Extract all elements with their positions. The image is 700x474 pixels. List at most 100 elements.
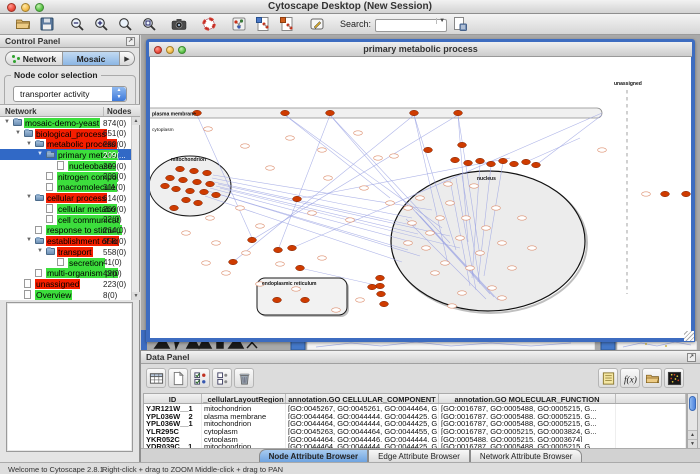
network-node[interactable] <box>222 271 231 275</box>
network-node[interactable] <box>498 296 507 300</box>
birdseye-view-panel[interactable] <box>6 302 133 452</box>
table-row[interactable]: YPL036W__2plasma membrane[GO:0044464, GO… <box>144 412 686 420</box>
tree-item-multi-organism-pro[interactable]: multi-organism pro42(0) <box>0 268 132 279</box>
tree-item-cellular-metabo[interactable]: cellular metabo209(0) <box>0 203 132 214</box>
expand-arrow-icon[interactable]: ▼ <box>26 237 32 243</box>
network-node-selected[interactable] <box>661 191 670 196</box>
float-panel-icon[interactable]: ↗ <box>126 37 135 46</box>
grid-select-icon[interactable] <box>146 368 166 388</box>
network-node[interactable] <box>386 201 395 205</box>
tab-edge-attribute-browser[interactable]: Edge Attribute Browser <box>368 449 470 462</box>
formula-icon[interactable]: f(x) <box>620 368 640 388</box>
network-node-selected[interactable] <box>301 297 310 302</box>
zoom-selected-icon[interactable] <box>140 16 157 33</box>
network-node[interactable] <box>408 221 417 225</box>
network-node-selected[interactable] <box>200 189 209 194</box>
table-row[interactable]: YLR295Ccytoplasm[GO:0045263, GO:0044464,… <box>144 427 686 435</box>
tree-item-cell-communicat[interactable]: cell communicat22(0) <box>0 214 132 225</box>
tree-item-transport[interactable]: ▼transport558(0) <box>0 246 132 257</box>
network-node-selected[interactable] <box>476 158 485 163</box>
expand-arrow-icon[interactable]: ▼ <box>37 248 43 254</box>
network-node-selected[interactable] <box>522 159 531 164</box>
column-header[interactable]: annotation.GO CELLULAR_COMPONENT <box>286 394 439 403</box>
table-scrollbar[interactable]: ▲ ▼ <box>687 393 698 449</box>
trash-icon[interactable] <box>234 368 254 388</box>
network-node-selected[interactable] <box>454 110 463 115</box>
tab-network-attribute-browser[interactable]: Network Attribute Browser <box>470 449 582 462</box>
network-node[interactable] <box>374 156 383 160</box>
network-node[interactable] <box>482 226 491 230</box>
table-row[interactable]: YKR052Ccytoplasm[GO:0044464, GO:0044446,… <box>144 435 686 443</box>
network-node[interactable] <box>292 287 301 291</box>
network-node-selected[interactable] <box>166 175 175 180</box>
network-node[interactable] <box>416 196 425 200</box>
network-node-selected[interactable] <box>296 265 305 270</box>
tree-item-unassigned[interactable]: unassigned223(0) <box>0 278 132 289</box>
plasma-membrane-region[interactable] <box>150 108 602 118</box>
network-node-selected[interactable] <box>487 161 496 166</box>
tree-item-response-to-stimulu[interactable]: response to stimulu264(0) <box>0 225 132 236</box>
network-node[interactable] <box>462 216 471 220</box>
network-node-selected[interactable] <box>172 186 181 191</box>
table-scrollbar-thumb[interactable] <box>689 396 696 411</box>
network-node[interactable] <box>436 216 445 220</box>
network-node-selected[interactable] <box>206 181 215 186</box>
network-node-selected[interactable] <box>170 205 179 210</box>
network-node-selected[interactable] <box>380 301 389 306</box>
vizmapper-icon[interactable] <box>308 16 325 33</box>
network-node[interactable] <box>202 261 211 265</box>
notes-icon[interactable] <box>598 368 618 388</box>
network-node[interactable] <box>346 218 355 222</box>
save-session-icon[interactable] <box>38 16 55 33</box>
network-node[interactable] <box>318 256 327 260</box>
network-node[interactable] <box>458 291 467 295</box>
network-node[interactable] <box>236 206 245 210</box>
network-node[interactable] <box>598 148 607 152</box>
select-attributes-icon[interactable] <box>190 368 210 388</box>
table-row[interactable]: YPL036W__1mitochondrion[GO:0044464, GO:0… <box>144 419 686 427</box>
network-node[interactable] <box>492 206 501 210</box>
network-node[interactable] <box>470 184 479 188</box>
network-node-selected[interactable] <box>376 275 385 280</box>
network-node[interactable] <box>404 241 413 245</box>
network-node-selected[interactable] <box>212 192 221 197</box>
tab-mosaic[interactable]: Mosaic <box>63 52 120 65</box>
help-icon[interactable] <box>200 16 217 33</box>
column-header[interactable] <box>616 394 686 403</box>
expand-arrow-icon[interactable]: ▼ <box>15 130 21 136</box>
network-node-selected[interactable] <box>288 245 297 250</box>
network-node[interactable] <box>444 182 453 186</box>
matrix-icon[interactable] <box>664 368 684 388</box>
import-network-icon[interactable] <box>254 16 271 33</box>
network-node-selected[interactable] <box>510 161 519 166</box>
tab-overflow-button[interactable]: ▶ <box>120 52 134 65</box>
network-node[interactable] <box>266 166 275 170</box>
network-node-selected[interactable] <box>274 247 283 252</box>
network-node-selected[interactable] <box>424 147 433 152</box>
network-node-selected[interactable] <box>273 297 282 302</box>
network-node-selected[interactable] <box>499 158 508 163</box>
network-node-selected[interactable] <box>451 157 460 162</box>
network-node-selected[interactable] <box>376 283 385 288</box>
column-header[interactable]: _cellularLayoutRegion <box>202 394 286 403</box>
network-node[interactable] <box>426 231 435 235</box>
network-node[interactable] <box>212 241 221 245</box>
network-node-selected[interactable] <box>458 142 467 147</box>
network-node[interactable] <box>324 176 333 180</box>
tab-network[interactable]: Network <box>6 52 63 65</box>
tree-item-macromolecule[interactable]: macromolecule311(0) <box>0 182 132 193</box>
network-node-selected[interactable] <box>532 162 541 167</box>
tree-scrollbar[interactable]: ▲ ▼ <box>131 117 139 300</box>
network-node[interactable] <box>642 192 651 196</box>
network-node-selected[interactable] <box>176 166 185 171</box>
zoom-out-icon[interactable] <box>68 16 85 33</box>
network-node[interactable] <box>286 136 295 140</box>
network-node-selected[interactable] <box>464 160 473 165</box>
network-node[interactable] <box>466 266 475 270</box>
network-canvas[interactable]: plasma membranecytoplasmmitochondrionnuc… <box>150 57 691 338</box>
network-node[interactable] <box>332 308 341 312</box>
zoom-fit-icon[interactable] <box>116 16 133 33</box>
network-node-selected[interactable] <box>248 237 257 242</box>
network-node-selected[interactable] <box>368 284 377 289</box>
snapshot-camera-icon[interactable] <box>170 16 187 33</box>
